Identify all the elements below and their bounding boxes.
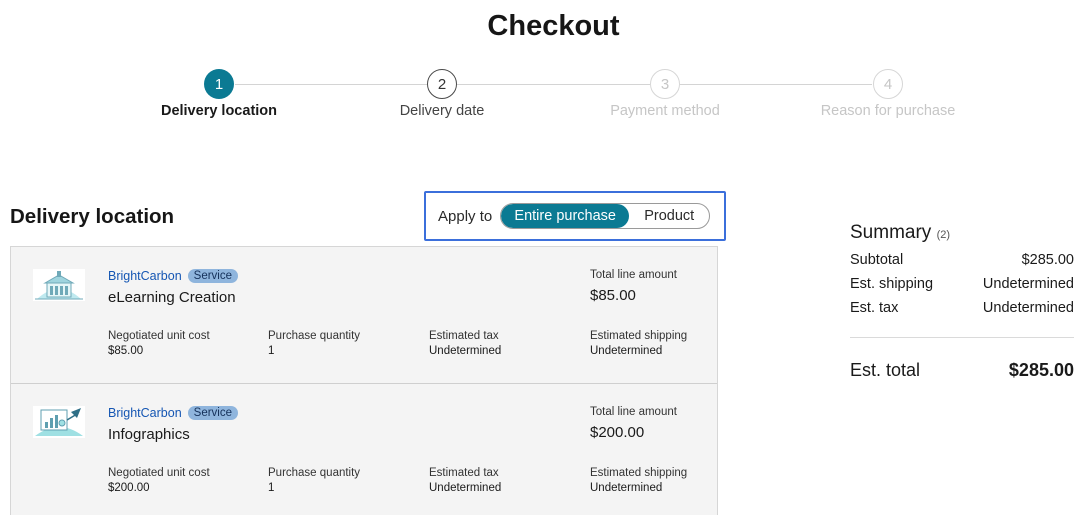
unit-cost: Negotiated unit cost $200.00 <box>108 467 210 494</box>
summary-divider <box>850 337 1074 338</box>
detail-value: $200.00 <box>108 482 150 494</box>
product-option[interactable]: Product <box>629 204 709 228</box>
step-reason-for-purchase: 4 Reason for purchase <box>788 69 988 119</box>
summary-title: Summary (2) <box>850 222 1074 244</box>
detail-value: Undetermined <box>590 482 663 494</box>
step-label: Delivery date <box>399 103 485 119</box>
estimated-shipping: Estimated shipping Undetermined <box>590 467 687 494</box>
detail-value: Undetermined <box>429 482 502 494</box>
product-name: Infographics <box>108 426 190 443</box>
step-label: Reason for purchase <box>820 103 956 119</box>
vendor-link[interactable]: BrightCarbon <box>108 406 182 420</box>
detail-value: $85.00 <box>108 345 144 357</box>
total-value: $285.00 <box>1008 360 1074 380</box>
total-label: Est. total <box>850 360 921 380</box>
detail-label: Estimated tax <box>429 467 499 479</box>
purchase-quantity: Purchase quantity 1 <box>268 330 360 357</box>
vendor-link[interactable]: BrightCarbon <box>108 269 182 283</box>
estimated-shipping: Estimated shipping Undetermined <box>590 330 687 357</box>
step-number: 1 <box>204 69 234 99</box>
detail-label: Negotiated unit cost <box>108 467 210 479</box>
purchase-quantity: Purchase quantity 1 <box>268 467 360 494</box>
apply-to-control: Apply to Entire purchase Product <box>424 191 726 241</box>
summary-label: Subtotal <box>850 252 904 268</box>
summary-label: Est. tax <box>850 300 899 316</box>
summary-row-shipping: Est. shipping Undetermined <box>850 276 1074 292</box>
step-label: Delivery location <box>160 103 278 119</box>
step-delivery-location[interactable]: 1 Delivery location <box>119 69 319 119</box>
service-badge: Service <box>187 406 239 420</box>
line-items-list: BrightCarbon Service eLearning Creation … <box>10 246 718 515</box>
estimated-tax: Estimated tax Undetermined <box>429 467 501 494</box>
page-title: Checkout <box>487 10 620 42</box>
detail-value: Undetermined <box>590 345 663 357</box>
summary-rows: Subtotal $285.00 Est. shipping Undetermi… <box>850 252 1074 316</box>
vendor-row: BrightCarbon Service <box>108 406 239 420</box>
summary-value: $285.00 <box>1021 252 1074 268</box>
apply-to-toggle: Entire purchase Product <box>500 203 711 229</box>
order-summary: Summary (2) Subtotal $285.00 Est. shippi… <box>850 222 1074 381</box>
product-name: eLearning Creation <box>108 289 236 306</box>
step-number: 3 <box>650 69 680 99</box>
summary-value: Undetermined <box>982 300 1074 316</box>
total-line-amount-value: $200.00 <box>590 424 645 441</box>
summary-label: Est. shipping <box>850 276 934 292</box>
section-title: Delivery location <box>10 205 175 228</box>
checkout-stepper: 1 Delivery location 2 Delivery date 3 Pa… <box>0 69 1077 129</box>
detail-value: 1 <box>268 482 275 494</box>
step-number: 2 <box>427 69 457 99</box>
summary-row-subtotal: Subtotal $285.00 <box>850 252 1074 268</box>
detail-label: Purchase quantity <box>268 330 361 342</box>
step-payment-method: 3 Payment method <box>565 69 765 119</box>
summary-heading: Summary <box>850 222 932 243</box>
detail-value: 1 <box>268 345 275 357</box>
summary-total: Est. total $285.00 <box>850 360 1074 381</box>
total-line-amount-label: Total line amount <box>590 269 677 281</box>
detail-value: Undetermined <box>429 345 502 357</box>
step-number: 4 <box>873 69 903 99</box>
building-thumbnail-icon <box>33 269 85 301</box>
service-badge: Service <box>187 269 239 283</box>
summary-count: (2) <box>936 229 951 241</box>
step-delivery-date[interactable]: 2 Delivery date <box>342 69 542 119</box>
total-line-amount-label: Total line amount <box>590 406 677 418</box>
entire-purchase-option[interactable]: Entire purchase <box>501 204 630 228</box>
detail-label: Estimated shipping <box>590 330 688 342</box>
vendor-row: BrightCarbon Service <box>108 269 239 283</box>
summary-row-tax: Est. tax Undetermined <box>850 300 1074 316</box>
line-item: BrightCarbon Service Infographics Total … <box>11 383 717 515</box>
detail-label: Negotiated unit cost <box>108 330 210 342</box>
summary-value: Undetermined <box>982 276 1074 292</box>
detail-label: Estimated shipping <box>590 467 688 479</box>
unit-cost: Negotiated unit cost $85.00 <box>108 330 210 357</box>
total-line-amount-value: $85.00 <box>590 287 636 304</box>
line-item: BrightCarbon Service eLearning Creation … <box>11 247 717 383</box>
apply-to-label: Apply to <box>438 207 493 225</box>
detail-label: Estimated tax <box>429 330 499 342</box>
detail-label: Purchase quantity <box>268 467 361 479</box>
step-label: Payment method <box>610 103 720 119</box>
infographic-thumbnail-icon <box>33 406 85 438</box>
estimated-tax: Estimated tax Undetermined <box>429 330 501 357</box>
